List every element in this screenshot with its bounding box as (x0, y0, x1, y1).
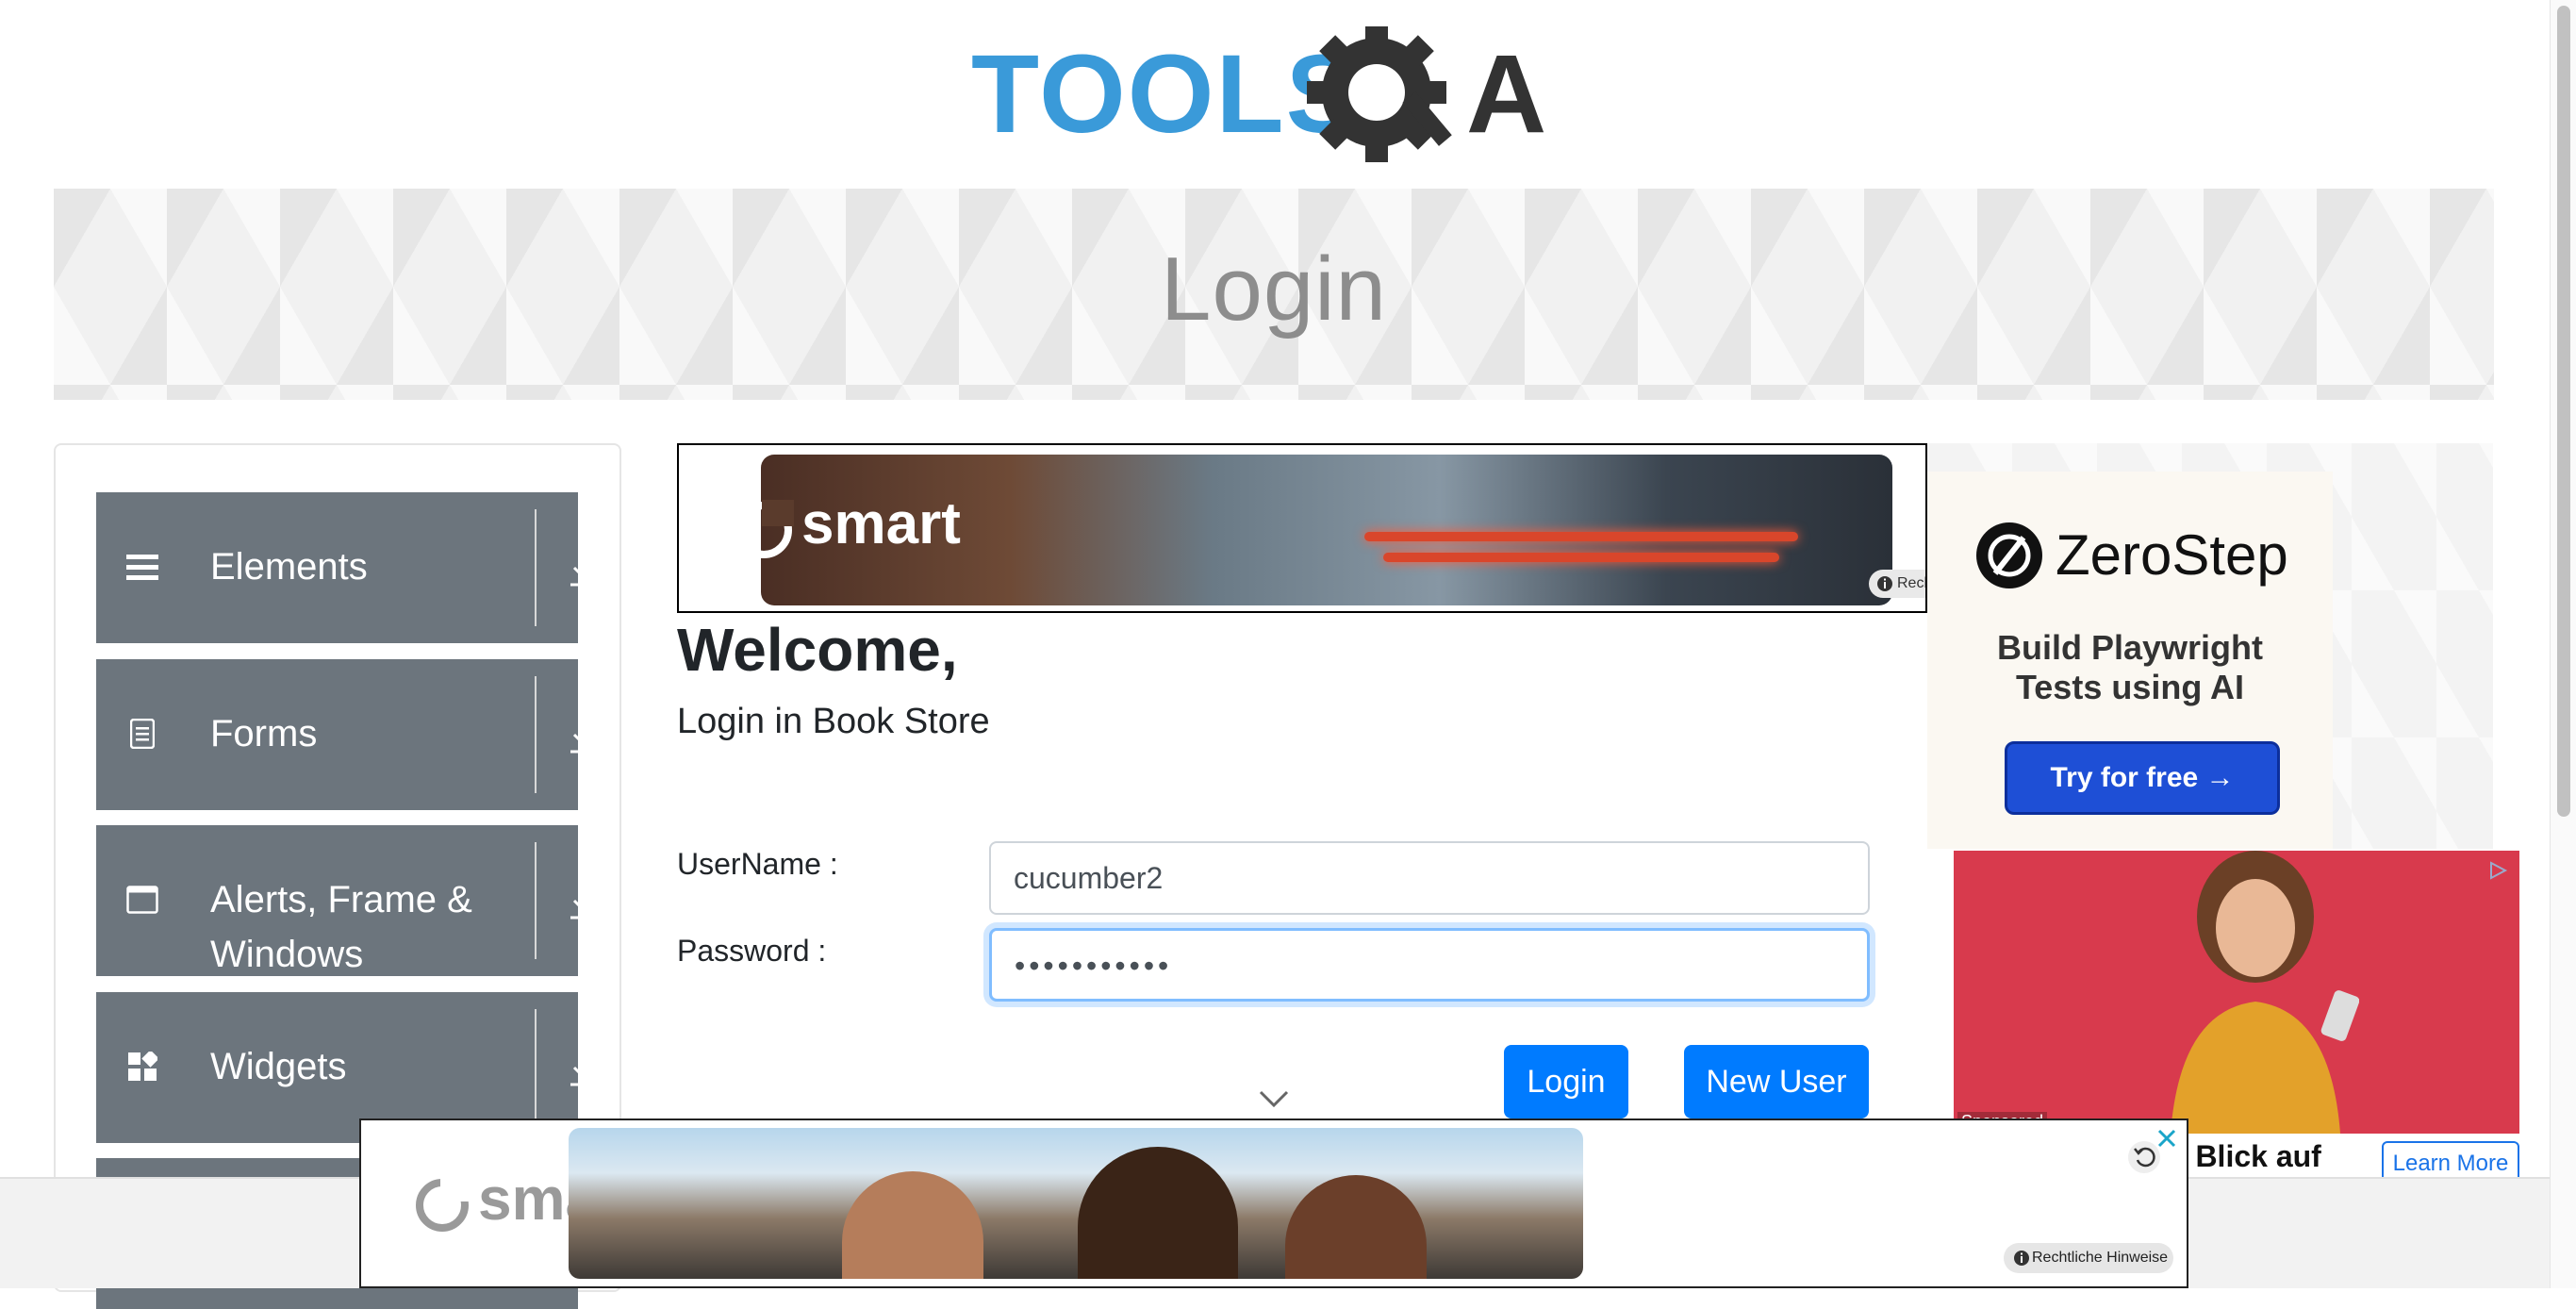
divider (535, 1009, 537, 1126)
sidebar-group-label: Alerts, Frame & (210, 879, 472, 920)
ad-person-image (2171, 851, 2359, 1134)
ad-image-people (569, 1128, 1583, 1279)
password-label: Password : (677, 934, 827, 968)
info-icon (1877, 576, 1892, 591)
ad-taillight (1364, 532, 1798, 541)
sidebar-group-label-line2: Windows (210, 934, 364, 975)
page-banner: Login (54, 189, 2494, 400)
welcome-heading: Welcome, (677, 616, 958, 684)
sidebar-group-label: Elements (210, 546, 368, 588)
document-icon (126, 718, 158, 750)
ad-tagline-line1: Build Playwright (1996, 628, 2264, 667)
ad-tagline-line2: Tests using AI (2015, 668, 2245, 706)
ad-headline: n Blick auf (2169, 1139, 2321, 1173)
download-icon (570, 555, 597, 587)
scrollbar[interactable] (2550, 0, 2576, 1288)
ad-taillight (1383, 553, 1779, 562)
divider (535, 842, 537, 959)
sidebar-group-forms[interactable]: Forms (96, 659, 597, 810)
smart-logo-icon (416, 1177, 471, 1232)
username-label: UserName : (677, 847, 838, 881)
try-for-free-button[interactable]: Try for free → (2005, 741, 2280, 815)
scrollbar-thumb[interactable] (2557, 6, 2570, 817)
widgets-icon (126, 1051, 158, 1083)
ad-person (1078, 1147, 1238, 1279)
ad-tagline: Build Playwright Tests using AI (1927, 628, 2333, 707)
sidebar-group-elements[interactable]: Elements (96, 492, 597, 643)
top-ad-banner[interactable]: smart Rechtliche Hinweise (677, 443, 1927, 613)
logo-text-a: A (1466, 32, 1546, 157)
info-icon (2014, 1251, 2029, 1266)
new-user-button[interactable]: New User (1684, 1045, 1869, 1118)
divider (535, 676, 537, 793)
gear-magnifier-icon (1307, 26, 1452, 162)
divider (535, 509, 537, 626)
download-icon (570, 721, 597, 754)
sidebar-group-label: Forms (210, 713, 318, 754)
adchoices-icon[interactable] (2487, 860, 2508, 881)
download-icon (570, 1054, 597, 1086)
username-input[interactable]: cucumber2 (989, 841, 1870, 915)
password-input[interactable]: ••••••••••• (989, 928, 1870, 1002)
sidebar-group-label: Widgets (210, 1046, 347, 1087)
close-icon[interactable] (2155, 1126, 2179, 1151)
ad-brand: ZeroStep (2056, 523, 2288, 587)
zerostep-logo-icon (1976, 522, 2042, 588)
sponsored-ad-image[interactable]: Sponsored (1954, 851, 2519, 1134)
bottom-ad-banner[interactable]: smart Rechtliche Hinweise (359, 1118, 2188, 1288)
logo-text-tools: TOOLS (971, 32, 1362, 157)
login-subtitle: Login in Book Store (677, 702, 990, 741)
ad-person (842, 1171, 983, 1279)
toolsqa-logo[interactable]: TOOLS A (971, 26, 1584, 174)
chevron-down-icon[interactable] (1257, 1085, 1291, 1111)
hamburger-icon (126, 551, 158, 583)
window-icon (126, 884, 158, 916)
sidebar-group-alerts-frame-windows[interactable]: Alerts, Frame & Windows (96, 825, 597, 976)
smart-logo-icon (735, 500, 794, 558)
ad-person (1285, 1175, 1427, 1279)
login-button[interactable]: Login (1504, 1045, 1628, 1118)
zerostep-ad[interactable]: ZeroStep Build Playwright Tests using AI… (1927, 472, 2333, 849)
download-icon (570, 887, 597, 920)
ad-brand: smart (801, 491, 961, 556)
page-title: Login (1161, 239, 1387, 340)
